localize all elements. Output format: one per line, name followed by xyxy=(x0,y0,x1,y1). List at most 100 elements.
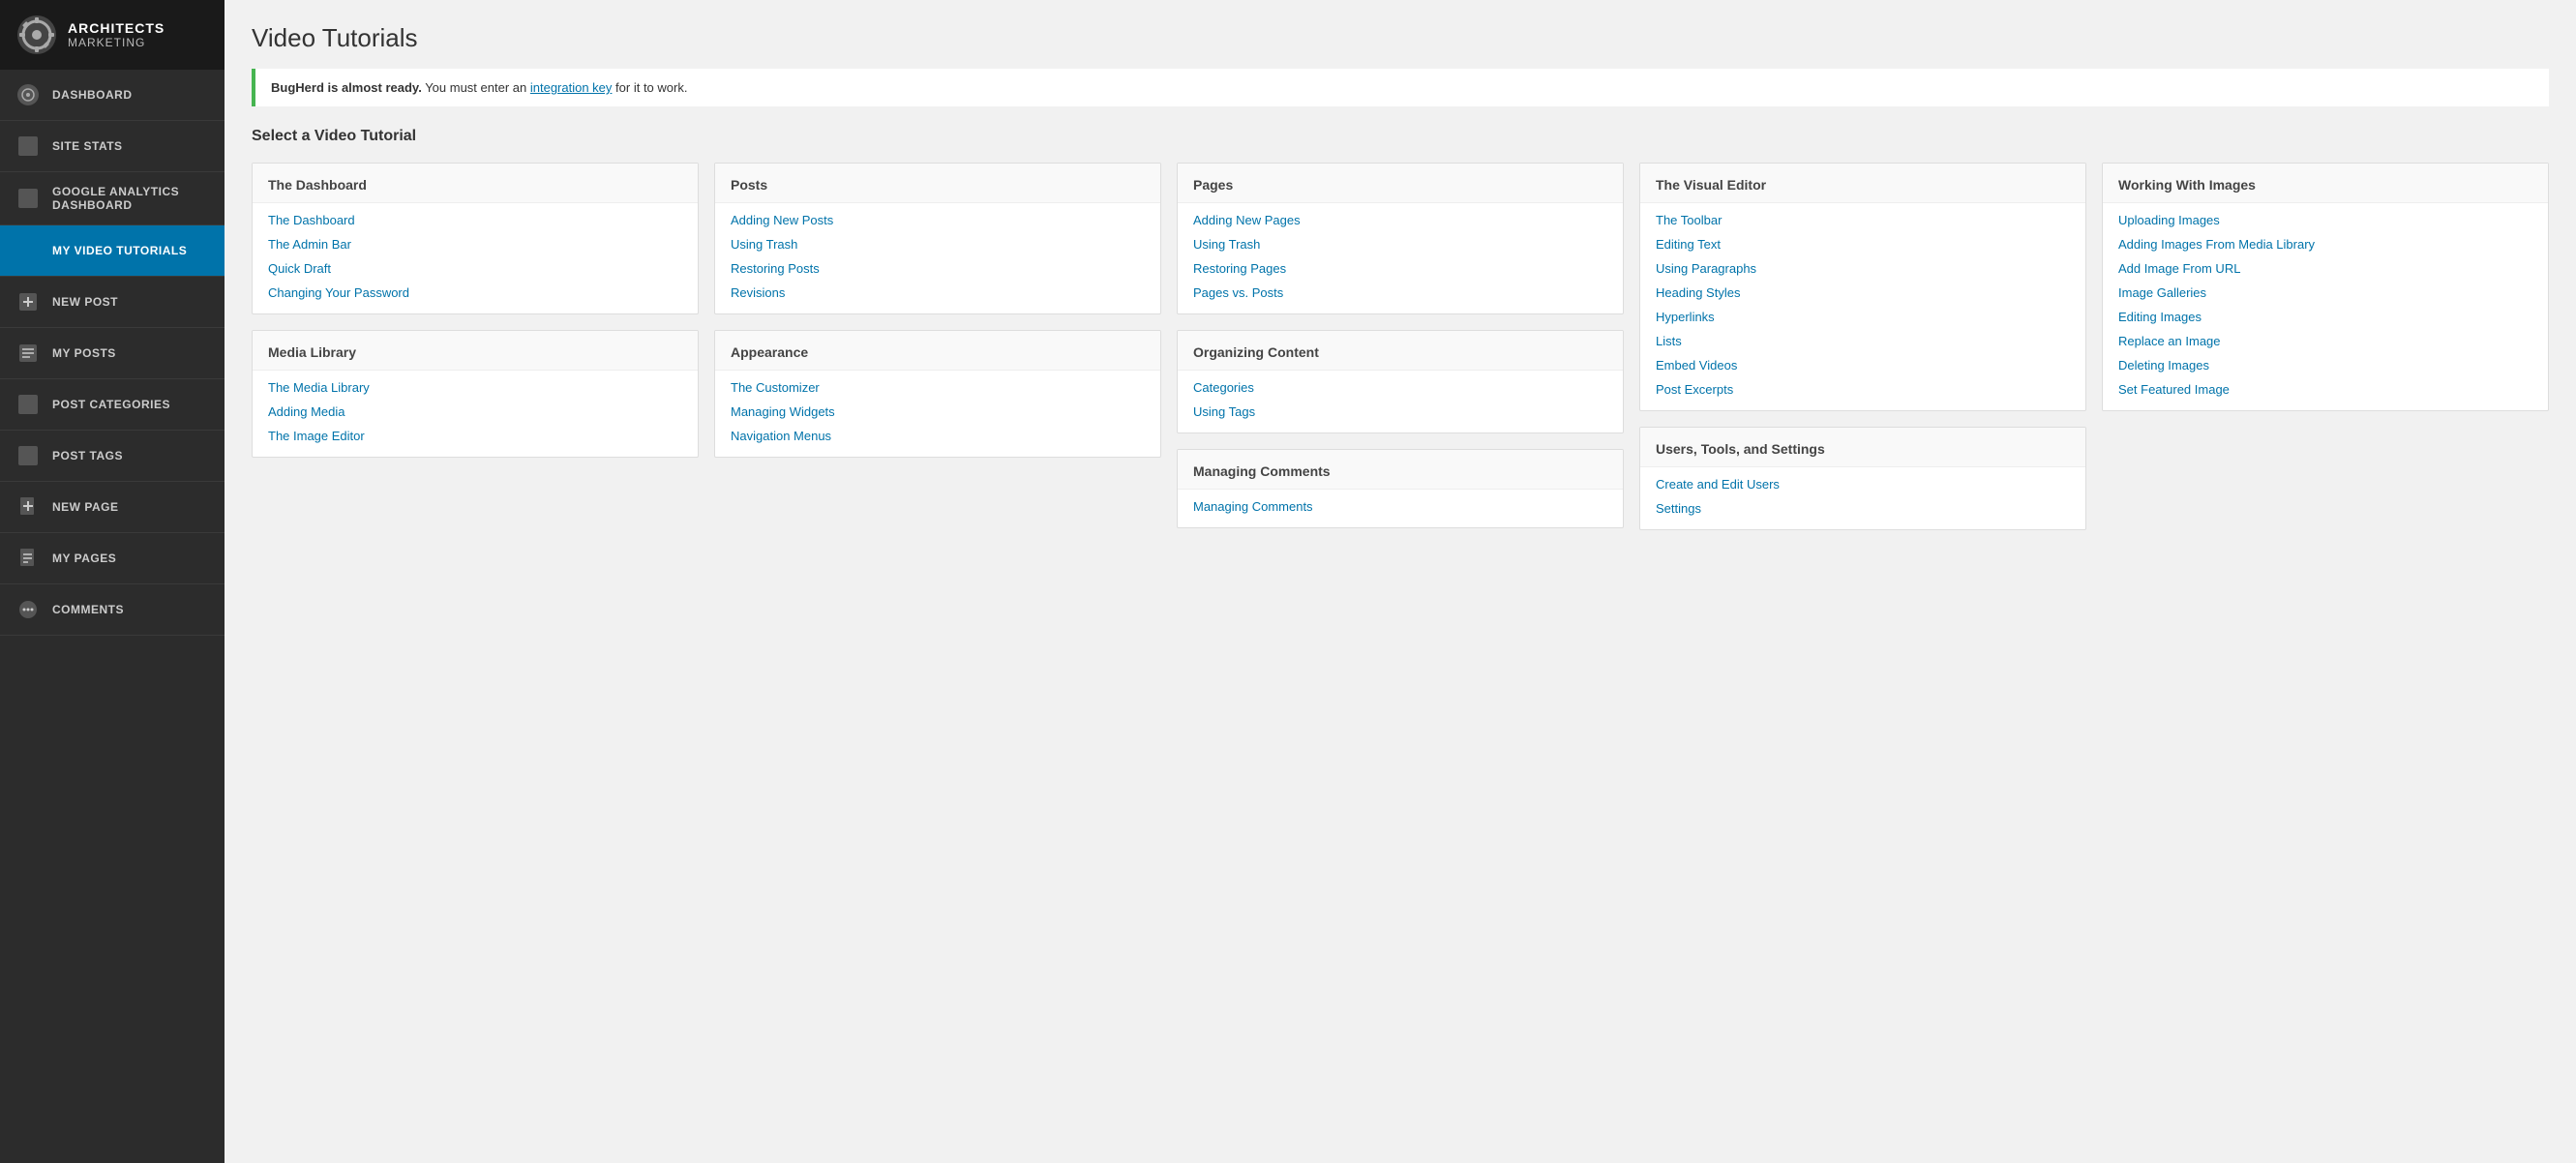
notice-text: You must enter an xyxy=(425,80,530,95)
card-appearance: Appearance The Customizer Managing Widge… xyxy=(714,330,1161,458)
sidebar-item-label: GOOGLE ANALYTICS DASHBOARD xyxy=(52,185,209,212)
link-pages-vs-posts[interactable]: Pages vs. Posts xyxy=(1193,285,1607,300)
sidebar-items: DASHBOARD SITE STATS GOOGLE ANALYTICS DA… xyxy=(0,70,225,636)
card-header-users-tools-settings: Users, Tools, and Settings xyxy=(1640,428,2085,467)
link-editing-images[interactable]: Editing Images xyxy=(2118,310,2532,324)
sidebar-item-my-pages[interactable]: MY PAGES xyxy=(0,533,225,584)
sidebar-item-post-categories[interactable]: POST CATEGORIES xyxy=(0,379,225,431)
main-content: Video Tutorials BugHerd is almost ready.… xyxy=(225,0,2576,1163)
sidebar-item-new-post[interactable]: NEW POST xyxy=(0,277,225,328)
card-links-posts: Adding New Posts Using Trash Restoring P… xyxy=(715,203,1160,313)
link-editing-text[interactable]: Editing Text xyxy=(1656,237,2070,252)
card-the-visual-editor: The Visual Editor The Toolbar Editing Te… xyxy=(1639,163,2086,411)
col-visual-editor: The Visual Editor The Toolbar Editing Te… xyxy=(1639,163,2086,530)
sidebar-item-comments[interactable]: COMMENTS xyxy=(0,584,225,636)
sidebar-item-label: NEW POST xyxy=(52,295,118,309)
link-hyperlinks[interactable]: Hyperlinks xyxy=(1656,310,2070,324)
sidebar-item-google-analytics[interactable]: GOOGLE ANALYTICS DASHBOARD xyxy=(0,172,225,225)
sidebar-item-my-posts[interactable]: MY POSTS xyxy=(0,328,225,379)
link-changing-your-password[interactable]: Changing Your Password xyxy=(268,285,682,300)
video-icon xyxy=(15,238,41,263)
link-adding-media[interactable]: Adding Media xyxy=(268,404,682,419)
sidebar-item-label: DASHBOARD xyxy=(52,88,133,102)
link-uploading-images[interactable]: Uploading Images xyxy=(2118,213,2532,227)
link-adding-new-pages[interactable]: Adding New Pages xyxy=(1193,213,1607,227)
post-tags-icon xyxy=(15,443,41,468)
link-using-trash-posts[interactable]: Using Trash xyxy=(731,237,1145,252)
card-posts: Posts Adding New Posts Using Trash Resto… xyxy=(714,163,1161,314)
sidebar-item-label: MY PAGES xyxy=(52,552,116,565)
card-links-the-dashboard: The Dashboard The Admin Bar Quick Draft … xyxy=(253,203,698,313)
card-working-with-images: Working With Images Uploading Images Add… xyxy=(2102,163,2549,411)
notice-bar: BugHerd is almost ready. You must enter … xyxy=(252,69,2549,106)
link-heading-styles[interactable]: Heading Styles xyxy=(1656,285,2070,300)
link-revisions[interactable]: Revisions xyxy=(731,285,1145,300)
sidebar-item-post-tags[interactable]: POST TAGS xyxy=(0,431,225,482)
link-add-image-from-url[interactable]: Add Image From URL xyxy=(2118,261,2532,276)
link-using-tags[interactable]: Using Tags xyxy=(1193,404,1607,419)
link-the-customizer[interactable]: The Customizer xyxy=(731,380,1145,395)
link-create-and-edit-users[interactable]: Create and Edit Users xyxy=(1656,477,2070,492)
link-adding-new-posts[interactable]: Adding New Posts xyxy=(731,213,1145,227)
link-managing-comments[interactable]: Managing Comments xyxy=(1193,499,1607,514)
link-the-image-editor[interactable]: The Image Editor xyxy=(268,429,682,443)
card-links-organizing-content: Categories Using Tags xyxy=(1178,371,1623,432)
sidebar-item-label: MY VIDEO TUTORIALS xyxy=(52,244,187,257)
card-links-managing-comments: Managing Comments xyxy=(1178,490,1623,527)
new-page-icon xyxy=(15,494,41,520)
card-header-managing-comments: Managing Comments xyxy=(1178,450,1623,490)
col-working-with-images: Working With Images Uploading Images Add… xyxy=(2102,163,2549,530)
notice-bold: BugHerd is almost ready. xyxy=(271,80,422,95)
link-settings[interactable]: Settings xyxy=(1656,501,2070,516)
link-the-media-library[interactable]: The Media Library xyxy=(268,380,682,395)
link-restoring-pages[interactable]: Restoring Pages xyxy=(1193,261,1607,276)
link-categories[interactable]: Categories xyxy=(1193,380,1607,395)
link-restoring-posts[interactable]: Restoring Posts xyxy=(731,261,1145,276)
card-the-dashboard: The Dashboard The Dashboard The Admin Ba… xyxy=(252,163,699,314)
col-posts: Posts Adding New Posts Using Trash Resto… xyxy=(714,163,1161,530)
analytics-icon xyxy=(15,186,41,211)
page-title: Video Tutorials xyxy=(252,23,2549,53)
notice-text2: for it to work. xyxy=(615,80,687,95)
card-links-media-library: The Media Library Adding Media The Image… xyxy=(253,371,698,457)
sidebar-item-site-stats[interactable]: SITE STATS xyxy=(0,121,225,172)
sidebar-item-my-video-tutorials[interactable]: MY VIDEO TUTORIALS xyxy=(0,225,225,277)
link-adding-images-from-media-library[interactable]: Adding Images From Media Library xyxy=(2118,237,2532,252)
link-lists[interactable]: Lists xyxy=(1656,334,2070,348)
post-categories-icon xyxy=(15,392,41,417)
link-the-dashboard[interactable]: The Dashboard xyxy=(268,213,682,227)
card-users-tools-settings: Users, Tools, and Settings Create and Ed… xyxy=(1639,427,2086,530)
link-the-admin-bar[interactable]: The Admin Bar xyxy=(268,237,682,252)
tutorials-grid: The Dashboard The Dashboard The Admin Ba… xyxy=(252,163,2549,530)
card-header-organizing-content: Organizing Content xyxy=(1178,331,1623,371)
card-media-library: Media Library The Media Library Adding M… xyxy=(252,330,699,458)
sidebar-item-dashboard[interactable]: DASHBOARD xyxy=(0,70,225,121)
link-managing-widgets[interactable]: Managing Widgets xyxy=(731,404,1145,419)
link-deleting-images[interactable]: Deleting Images xyxy=(2118,358,2532,373)
link-set-featured-image[interactable]: Set Featured Image xyxy=(2118,382,2532,397)
sidebar-logo: ARCHITECTS MARKETING xyxy=(0,0,225,70)
card-header-appearance: Appearance xyxy=(715,331,1160,371)
site-stats-icon xyxy=(15,134,41,159)
link-replace-an-image[interactable]: Replace an Image xyxy=(2118,334,2532,348)
link-embed-videos[interactable]: Embed Videos xyxy=(1656,358,2070,373)
link-using-trash-pages[interactable]: Using Trash xyxy=(1193,237,1607,252)
new-post-icon xyxy=(15,289,41,314)
link-quick-draft[interactable]: Quick Draft xyxy=(268,261,682,276)
link-the-toolbar[interactable]: The Toolbar xyxy=(1656,213,2070,227)
link-using-paragraphs[interactable]: Using Paragraphs xyxy=(1656,261,2070,276)
card-links-users-tools-settings: Create and Edit Users Settings xyxy=(1640,467,2085,529)
my-pages-icon xyxy=(15,546,41,571)
link-navigation-menus[interactable]: Navigation Menus xyxy=(731,429,1145,443)
sidebar-item-label: NEW PAGE xyxy=(52,500,118,514)
dashboard-icon xyxy=(15,82,41,107)
card-pages: Pages Adding New Pages Using Trash Resto… xyxy=(1177,163,1624,314)
link-post-excerpts[interactable]: Post Excerpts xyxy=(1656,382,2070,397)
my-posts-icon xyxy=(15,341,41,366)
integration-key-link[interactable]: integration key xyxy=(530,80,613,95)
sidebar: ARCHITECTS MARKETING DASHBOARD SITE STAT… xyxy=(0,0,225,1163)
link-image-galleries[interactable]: Image Galleries xyxy=(2118,285,2532,300)
sidebar-item-new-page[interactable]: NEW PAGE xyxy=(0,482,225,533)
sidebar-item-label: COMMENTS xyxy=(52,603,124,616)
card-managing-comments: Managing Comments Managing Comments xyxy=(1177,449,1624,528)
